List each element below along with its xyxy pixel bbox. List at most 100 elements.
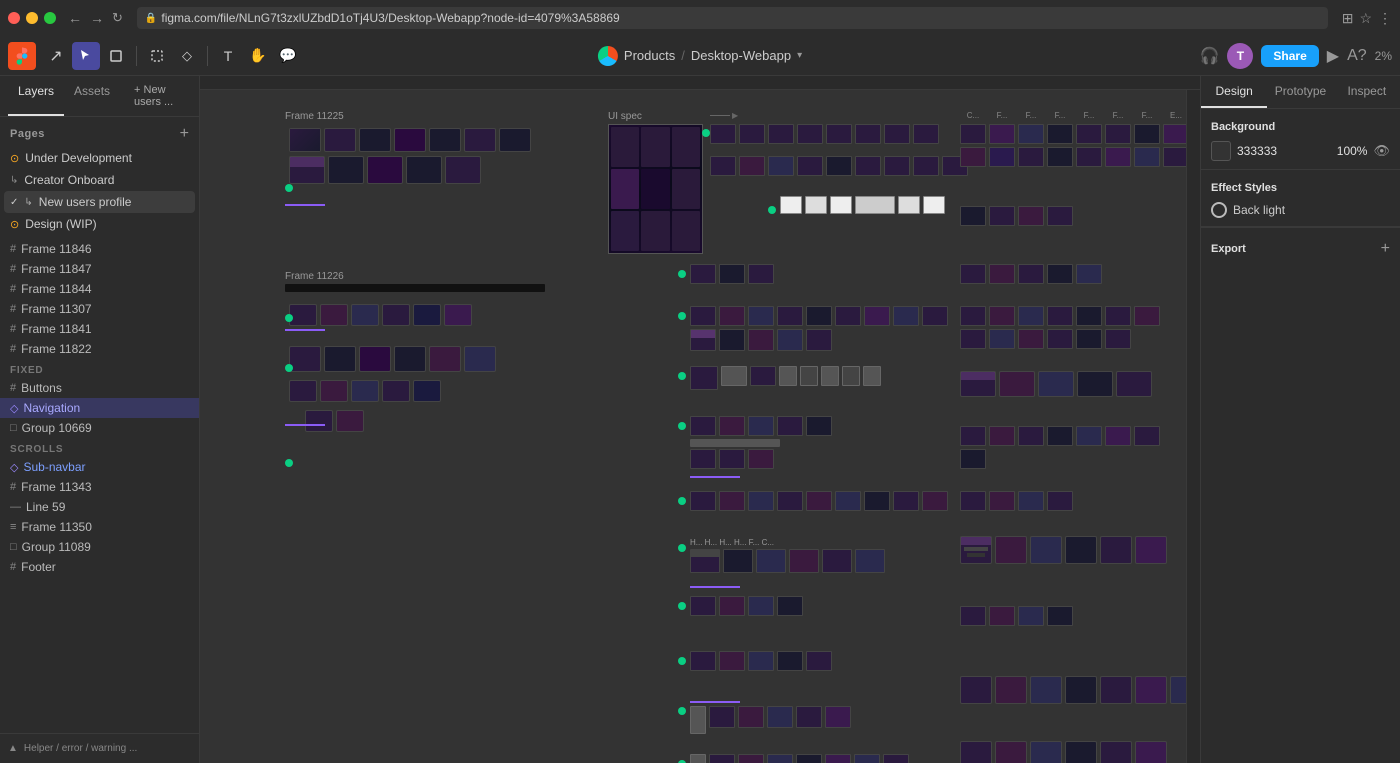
fcr-1	[960, 264, 1102, 284]
top-ruler	[200, 76, 1200, 90]
layer-line-59[interactable]: — Line 59	[0, 497, 199, 517]
select-tool[interactable]	[72, 42, 100, 70]
tab-inspect[interactable]: Inspect	[1334, 76, 1400, 108]
zoom-level[interactable]: 2%	[1375, 49, 1392, 63]
layer-frame-11350[interactable]: ≡ Frame 11350	[0, 517, 199, 537]
layer-sub-navbar[interactable]: ◇ Sub-navbar	[0, 457, 199, 477]
layer-frame-11307[interactable]: # Frame 11307	[0, 299, 199, 319]
shape-tool[interactable]: ◇	[173, 42, 201, 70]
node	[738, 706, 764, 728]
cluster-y462: H... H... H... H... F... C...	[690, 538, 885, 573]
add-page-button[interactable]: +	[180, 125, 189, 143]
layer-frame-11343[interactable]: # Frame 11343	[0, 477, 199, 497]
comment-tool[interactable]: 💬	[274, 42, 302, 70]
layer-group-11089[interactable]: □ Group 11089	[0, 537, 199, 557]
node	[748, 651, 774, 671]
cluster-y290	[690, 366, 881, 390]
share-button[interactable]: Share	[1261, 45, 1318, 67]
page-item-label: Creator Onboard	[24, 173, 114, 187]
export-add-button[interactable]: +	[1381, 240, 1390, 258]
present-icon[interactable]: 🎧	[1199, 46, 1219, 66]
page-item-design-wip[interactable]: ⊙ Design (WIP)	[4, 213, 195, 235]
node	[893, 306, 919, 326]
figma-logo[interactable]	[8, 42, 36, 70]
tab-layers[interactable]: Layers	[8, 76, 64, 116]
frame-tool[interactable]	[102, 42, 130, 70]
node-sm	[842, 366, 860, 386]
more-icon[interactable]: ⋮	[1378, 10, 1392, 27]
node	[719, 491, 745, 511]
forward-button[interactable]: →	[88, 10, 106, 26]
group-icon: □	[10, 422, 17, 434]
extensions-icon[interactable]: ⊞	[1342, 10, 1354, 27]
layer-navigation[interactable]: ◇ Navigation	[0, 398, 199, 418]
close-btn[interactable]	[8, 12, 20, 24]
purple-line-2	[285, 329, 325, 331]
page-item-new-users[interactable]: ✓ ↳ New users profile	[4, 191, 195, 213]
opacity-value: 100%	[1337, 144, 1368, 158]
node	[710, 156, 736, 176]
mini-frame	[429, 128, 461, 152]
node-tall	[748, 329, 774, 351]
tab-assets[interactable]: Assets	[64, 76, 120, 116]
layer-frame-11841[interactable]: # Frame 11841	[0, 319, 199, 339]
layer-frame-11847[interactable]: # Frame 11847	[0, 259, 199, 279]
mini-frame-large	[328, 156, 364, 184]
node	[1018, 491, 1044, 511]
back-button[interactable]: ←	[66, 10, 84, 26]
tab-prototype[interactable]: Prototype	[1267, 76, 1333, 108]
bottom-bar: ▲ Helper / error / warning ...	[0, 733, 199, 763]
color-swatch[interactable]	[1211, 141, 1231, 161]
new-users-button[interactable]: + New users ...	[124, 76, 191, 116]
node	[989, 147, 1015, 167]
move-tool[interactable]: ↗	[42, 42, 70, 70]
group-icon2: □	[10, 541, 17, 553]
page-item-label: Design (WIP)	[25, 217, 96, 231]
refresh-button[interactable]: ↻	[112, 10, 123, 26]
cluster-y520	[690, 596, 803, 616]
page-item-under-dev[interactable]: ⊙ Under Development	[4, 147, 195, 169]
mini-frame	[359, 128, 391, 152]
purple-nav-bar	[690, 476, 740, 478]
text-tool[interactable]: T	[214, 42, 242, 70]
visibility-toggle[interactable]: 👁	[1373, 143, 1390, 159]
layer-frame-11844[interactable]: # Frame 11844	[0, 279, 199, 299]
mini-frame	[359, 346, 391, 372]
layer-frame-11846[interactable]: # Frame 11846	[0, 239, 199, 259]
light-frames-row	[780, 196, 945, 214]
selection-dot-1	[285, 184, 293, 192]
big-node	[1077, 371, 1113, 397]
component-icon: #	[10, 382, 16, 394]
play-button[interactable]: ▶	[1327, 46, 1339, 66]
page-item-creator-onboard[interactable]: ↳ Creator Onboard	[4, 169, 195, 191]
bookmark-icon[interactable]: ☆	[1359, 10, 1372, 27]
node	[855, 549, 885, 573]
layer-label: Frame 11841	[21, 322, 91, 336]
purple-bar-3	[690, 701, 740, 703]
mini-frames-row-2	[285, 156, 585, 184]
node-hdr	[961, 372, 995, 380]
layer-footer[interactable]: # Footer	[0, 557, 199, 577]
region-select-tool[interactable]	[143, 42, 171, 70]
maximize-btn[interactable]	[44, 12, 56, 24]
big-node	[1116, 371, 1152, 397]
layer-frame-11822[interactable]: # Frame 11822	[0, 339, 199, 359]
page-dropdown-arrow[interactable]: ▾	[797, 50, 802, 61]
pages-header: Pages +	[0, 117, 199, 147]
footer-node	[995, 741, 1027, 763]
hand-tool[interactable]: ✋	[244, 42, 272, 70]
layer-buttons[interactable]: # Buttons	[0, 378, 199, 398]
tab-design[interactable]: Design	[1201, 76, 1267, 108]
big-node-row	[960, 371, 1152, 397]
node	[1018, 206, 1044, 226]
node	[690, 549, 720, 573]
canvas-area[interactable]: Frame 11225	[200, 76, 1200, 763]
layer-group-10669[interactable]: □ Group 10669	[0, 418, 199, 438]
address-bar[interactable]: 🔒 figma.com/file/NLnG7t3zxlUZbdD1oTj4U3/…	[137, 7, 1328, 29]
mini-frame	[351, 304, 379, 326]
minimize-btn[interactable]	[26, 12, 38, 24]
accessibility-icon[interactable]: A?	[1347, 47, 1367, 65]
node-white	[721, 366, 747, 386]
big-node	[960, 371, 996, 397]
cluster-y625	[690, 701, 851, 734]
